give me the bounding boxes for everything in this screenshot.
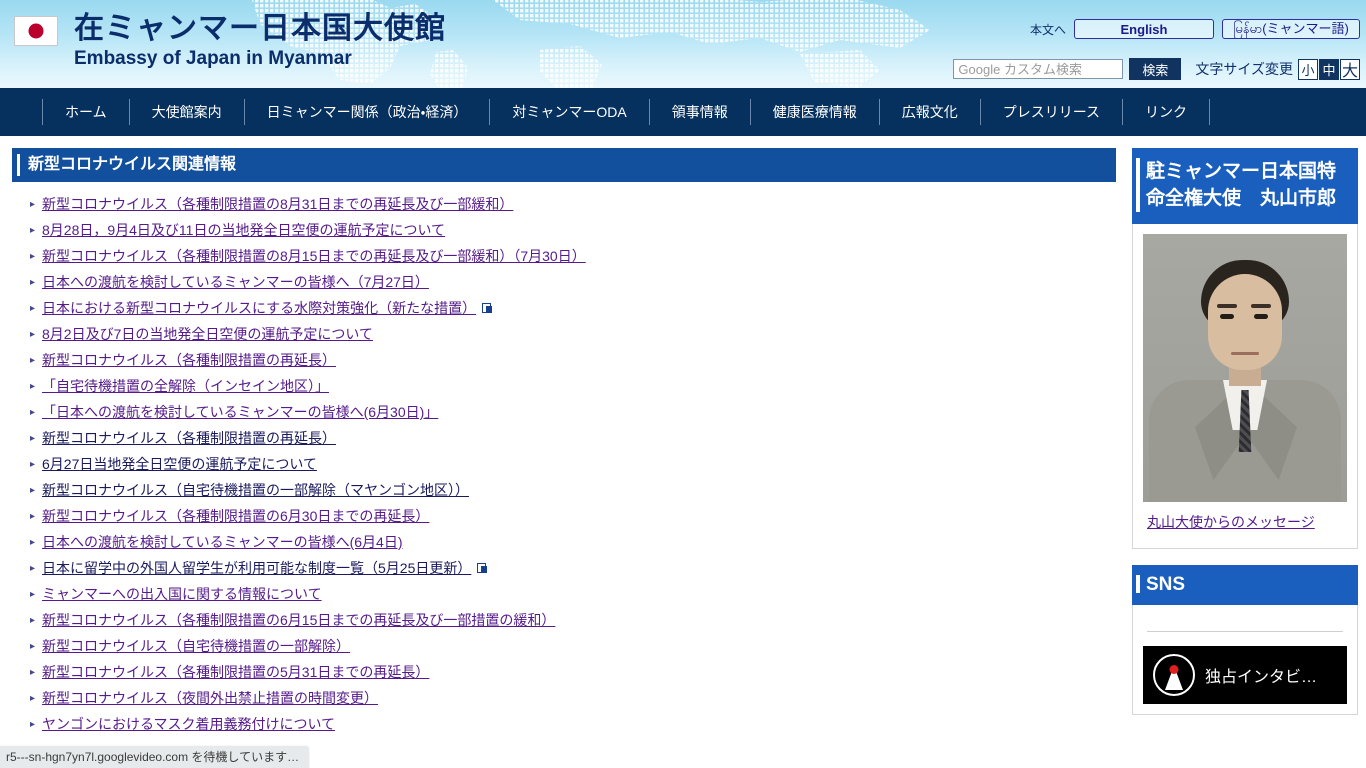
sns-video-title: 独占インタビ… bbox=[1205, 669, 1318, 686]
list-item: 日本に留学中の外国人留学生が利用可能な制度一覧（5月25日更新） bbox=[30, 560, 1116, 577]
content-area: 新型コロナウイルス関連情報 新型コロナウイルス（各種制限措置の8月31日までの再… bbox=[0, 136, 1366, 742]
sns-panel: SNS 独占インタビ… bbox=[1132, 565, 1358, 715]
language-switcher: 本文へ English မြန်မာ(ミャンマー語) bbox=[1030, 19, 1360, 39]
covid-link[interactable]: 新型コロナウイルス（各種制限措置の再延長） bbox=[42, 352, 336, 368]
japan-flag-icon bbox=[14, 16, 58, 46]
browser-status-bar: r5---sn-hgn7yn7l.googlevideo.com を待機していま… bbox=[0, 746, 310, 768]
ambassador-photo bbox=[1143, 234, 1347, 502]
covid-link[interactable]: 新型コロナウイルス（各種制限措置の6月30日までの再延長） bbox=[42, 508, 429, 524]
nav-item-embassy-info[interactable]: 大使館案内 bbox=[128, 99, 244, 125]
list-item: 8月28日，9月4日及び11日の当地発全日空便の運航予定について bbox=[30, 222, 1116, 239]
list-item: 日本への渡航を検討しているミャンマーの皆様へ（7月27日） bbox=[30, 274, 1116, 291]
covid-link[interactable]: 6月27日当地発全日空便の運航予定について bbox=[42, 456, 317, 472]
list-item: ミャンマーへの出入国に関する情報について bbox=[30, 586, 1116, 603]
list-item: 「日本への渡航を検討しているミャンマーの皆様へ(6月30日)」 bbox=[30, 404, 1116, 421]
covid-link[interactable]: 日本に留学中の外国人留学生が利用可能な制度一覧（5月25日更新） bbox=[42, 560, 471, 576]
language-myanmar-button[interactable]: မြန်မာ(ミャンマー語) bbox=[1222, 19, 1360, 39]
covid-link[interactable]: ヤンゴンにおけるマスク着用義務付けについて bbox=[42, 716, 335, 732]
covid-link[interactable]: 新型コロナウイルス（各種制限措置の6月15日までの再延長及び一部措置の緩和） bbox=[42, 612, 555, 628]
main-column: 新型コロナウイルス関連情報 新型コロナウイルス（各種制限措置の8月31日までの再… bbox=[12, 148, 1116, 742]
nav-item-culture[interactable]: 広報文化 bbox=[878, 99, 980, 125]
nav-item-press-release[interactable]: プレスリリース bbox=[979, 99, 1122, 125]
sidebar: 駐ミャンマー日本国特命全権大使 丸山市郎 丸山大使からのメッセージ SNS 独占… bbox=[1132, 148, 1358, 731]
covid-link[interactable]: 新型コロナウイルス（自宅待機措置の一部解除） bbox=[42, 638, 350, 654]
nav-item-links[interactable]: リンク bbox=[1122, 99, 1211, 125]
list-item: 新型コロナウイルス（各種制限措置の再延長） bbox=[30, 352, 1116, 369]
nav-item-oda[interactable]: 対ミャンマーODA bbox=[489, 99, 648, 125]
list-item: 新型コロナウイルス（各種制限措置の5月31日までの再延長） bbox=[30, 664, 1116, 681]
covid-link[interactable]: 新型コロナウイルス（各種制限措置の再延長） bbox=[42, 430, 336, 446]
site-title-japanese: 在ミャンマー日本国大使館 bbox=[74, 12, 446, 45]
list-item: 新型コロナウイルス（各種制限措置の8月31日までの再延長及び一部緩和） bbox=[30, 196, 1116, 213]
covid-link[interactable]: 日本への渡航を検討しているミャンマーの皆様へ（7月27日） bbox=[42, 274, 429, 290]
sns-video-thumbnail[interactable]: 独占インタビ… bbox=[1143, 646, 1347, 704]
sns-divider bbox=[1147, 631, 1343, 632]
main-navigation: ホーム 大使館案内 日ミャンマー関係（政治・経済） 対ミャンマーODA 領事情報… bbox=[0, 88, 1366, 136]
font-size-label: 文字サイズ変更 bbox=[1195, 61, 1293, 77]
list-item: 新型コロナウイルス（各種制限措置の8月15日までの再延長及び一部緩和）（7月30… bbox=[30, 248, 1116, 265]
nav-item-japan-myanmar-relations[interactable]: 日ミャンマー関係（政治・経済） bbox=[243, 99, 490, 125]
covid-link[interactable]: 新型コロナウイルス（自宅待機措置の一部解除（マヤンゴン地区）） bbox=[42, 482, 469, 498]
list-item: 6月27日当地発全日空便の運航予定について bbox=[30, 456, 1116, 473]
page-title: 新型コロナウイルス関連情報 bbox=[12, 148, 1116, 182]
covid-link[interactable]: 8月28日，9月4日及び11日の当地発全日空便の運航予定について bbox=[42, 222, 445, 238]
covid-link[interactable]: 新型コロナウイルス（各種制限措置の5月31日までの再延長） bbox=[42, 664, 429, 680]
font-size-small-button[interactable]: 小 bbox=[1298, 58, 1318, 80]
list-item: 新型コロナウイルス（自宅待機措置の一部解除） bbox=[30, 638, 1116, 655]
list-item: 新型コロナウイルス（自宅待機措置の一部解除（マヤンゴン地区）） bbox=[30, 482, 1116, 499]
site-title-english: Embassy of Japan in Myanmar bbox=[74, 48, 352, 69]
sns-heading: SNS bbox=[1132, 565, 1358, 605]
nav-item-home[interactable]: ホーム bbox=[42, 99, 129, 125]
site-header: 在ミャンマー日本国大使館 Embassy of Japan in Myanmar… bbox=[0, 0, 1366, 88]
covid-link[interactable]: 「日本への渡航を検討しているミャンマーの皆様へ(6月30日)」 bbox=[42, 404, 438, 420]
covid-link[interactable]: 「自宅待機措置の全解除（インセイン地区）」 bbox=[42, 378, 329, 394]
skip-to-content-link[interactable]: 本文へ bbox=[1030, 21, 1066, 38]
search-area: 検索 文字サイズ変更 小 中 大 bbox=[953, 58, 1360, 80]
nav-item-health[interactable]: 健康医療情報 bbox=[749, 99, 879, 125]
language-english-button[interactable]: English bbox=[1074, 19, 1214, 39]
page-root: 在ミャンマー日本国大使館 Embassy of Japan in Myanmar… bbox=[0, 0, 1366, 768]
list-item: 新型コロナウイルス（夜間外出禁止措置の時間変更） bbox=[30, 690, 1116, 707]
search-input[interactable] bbox=[953, 59, 1124, 79]
list-item: 新型コロナウイルス（各種制限措置の再延長） bbox=[30, 430, 1116, 447]
list-item: 日本における新型コロナウイルスにする水際対策強化（新たな措置） bbox=[30, 300, 1116, 317]
site-brand[interactable]: 在ミャンマー日本国大使館 Embassy of Japan in Myanmar bbox=[14, 12, 446, 70]
external-link-icon bbox=[477, 563, 488, 574]
list-item: 新型コロナウイルス（各種制限措置の6月15日までの再延長及び一部措置の緩和） bbox=[30, 612, 1116, 629]
covid-link[interactable]: 日本における新型コロナウイルスにする水際対策強化（新たな措置） bbox=[42, 300, 476, 316]
search-button[interactable]: 検索 bbox=[1129, 58, 1182, 80]
covid-link[interactable]: 日本への渡航を検討しているミャンマーの皆様へ(6月4日) bbox=[42, 534, 402, 550]
font-size-medium-button[interactable]: 中 bbox=[1319, 58, 1339, 80]
list-item: ヤンゴンにおけるマスク着用義務付けについて bbox=[30, 716, 1116, 733]
embassy-video-logo-icon bbox=[1153, 654, 1195, 696]
covid-link[interactable]: 新型コロナウイルス（夜間外出禁止措置の時間変更） bbox=[42, 690, 378, 706]
ambassador-panel: 駐ミャンマー日本国特命全権大使 丸山市郎 丸山大使からのメッセージ bbox=[1132, 148, 1358, 549]
font-size-controls: 文字サイズ変更 小 中 大 bbox=[1195, 58, 1360, 80]
covid-link[interactable]: 8月2日及び7日の当地発全日空便の運航予定について bbox=[42, 326, 373, 342]
list-item: 「自宅待機措置の全解除（インセイン地区）」 bbox=[30, 378, 1116, 395]
ambassador-message-link[interactable]: 丸山大使からのメッセージ bbox=[1147, 514, 1315, 530]
list-item: 新型コロナウイルス（各種制限措置の6月30日までの再延長） bbox=[30, 508, 1116, 525]
list-item: 日本への渡航を検討しているミャンマーの皆様へ(6月4日) bbox=[30, 534, 1116, 551]
external-link-icon bbox=[482, 303, 493, 314]
covid-link[interactable]: 新型コロナウイルス（各種制限措置の8月15日までの再延長及び一部緩和）（7月30… bbox=[42, 248, 586, 264]
list-item: 8月2日及び7日の当地発全日空便の運航予定について bbox=[30, 326, 1116, 343]
covid-link[interactable]: ミャンマーへの出入国に関する情報について bbox=[42, 586, 322, 602]
ambassador-heading: 駐ミャンマー日本国特命全権大使 丸山市郎 bbox=[1132, 148, 1358, 224]
nav-item-consular[interactable]: 領事情報 bbox=[648, 99, 750, 125]
font-size-large-button[interactable]: 大 bbox=[1340, 58, 1360, 80]
covid-link-list: 新型コロナウイルス（各種制限措置の8月31日までの再延長及び一部緩和） 8月28日… bbox=[12, 182, 1116, 733]
covid-link[interactable]: 新型コロナウイルス（各種制限措置の8月31日までの再延長及び一部緩和） bbox=[42, 196, 513, 212]
